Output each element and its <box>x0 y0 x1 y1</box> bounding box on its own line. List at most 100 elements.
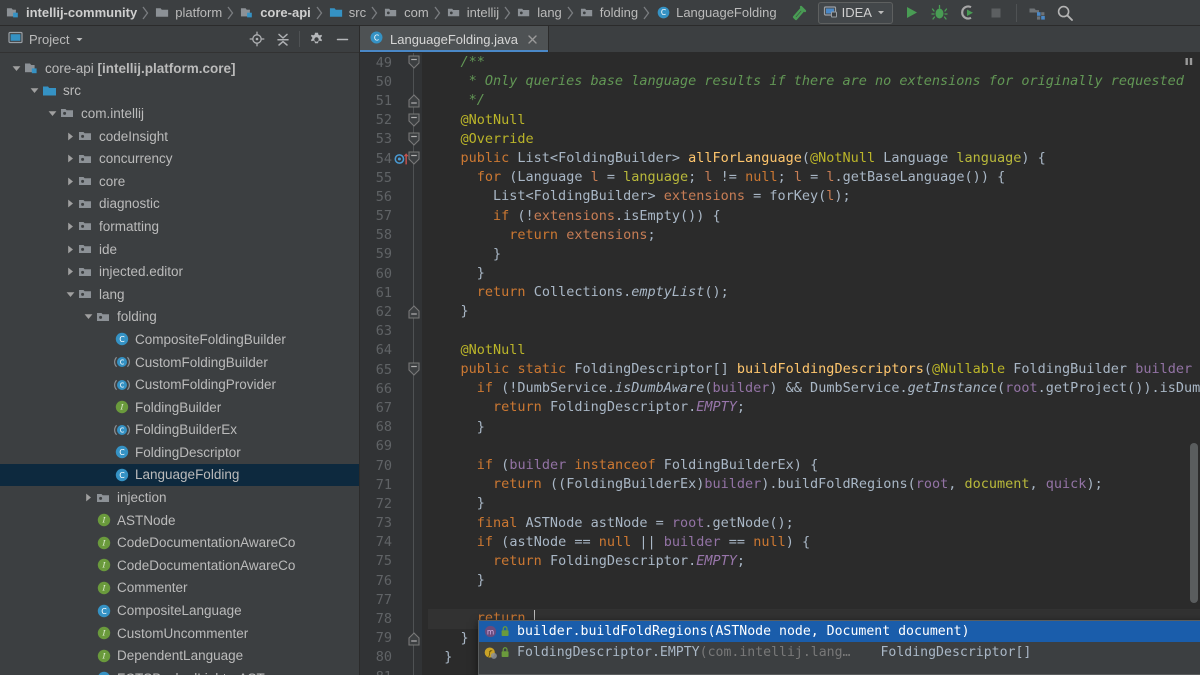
gutter-line-69[interactable]: 69 <box>360 437 422 456</box>
gutter-line-81[interactable]: 81 <box>360 667 422 675</box>
code-line-61[interactable]: return Collections.emptyList(); <box>428 283 1200 302</box>
code-line-58[interactable]: return extensions; <box>428 226 1200 245</box>
gutter-line-68[interactable]: 68 <box>360 418 422 437</box>
code-line-59[interactable]: } <box>428 245 1200 264</box>
autocomplete-popup[interactable]: m builder.buildFoldRegions(ASTNode node, … <box>478 620 1200 675</box>
tree-item-codeinsight[interactable]: codeInsight <box>0 125 359 148</box>
chevron-right-icon[interactable] <box>64 215 77 237</box>
gutter-line-52[interactable]: 52 <box>360 111 422 130</box>
chevron-right-icon[interactable] <box>64 193 77 215</box>
scroll-from-source-icon[interactable] <box>244 28 269 50</box>
chevron-down-icon[interactable] <box>64 283 77 305</box>
gutter-line-57[interactable]: 57 <box>360 207 422 226</box>
gutter-line-78[interactable]: 78 <box>360 609 422 628</box>
tree-item-codedocumentationawareco[interactable]: I CodeDocumentationAwareCo <box>0 554 359 577</box>
code-editor[interactable]: 49 50 51 52 53 54 55 56 57 58 59 60 61 62 63 64 65 66 67 68… <box>360 53 1200 675</box>
gutter-line-72[interactable]: 72 <box>360 494 422 513</box>
autocomplete-item-0[interactable]: m builder.buildFoldRegions(ASTNode node, … <box>479 621 1200 642</box>
tree-item-dependentlanguage[interactable]: I DependentLanguage <box>0 644 359 667</box>
debug-icon[interactable] <box>927 1 953 25</box>
gutter-line-54[interactable]: 54 <box>360 149 422 168</box>
breadcrumb-item-com[interactable]: com <box>380 0 432 26</box>
run-icon[interactable] <box>899 1 925 25</box>
code-line-64[interactable]: @NotNull <box>428 341 1200 360</box>
hide-icon[interactable] <box>330 28 355 50</box>
tree-item-fctsbackedlighterast[interactable]: C FCTSBackedLighterAST <box>0 667 359 675</box>
code-line-52[interactable]: @NotNull <box>428 111 1200 130</box>
gutter-line-60[interactable]: 60 <box>360 264 422 283</box>
code-line-54[interactable]: public List<FoldingBuilder> allForLangua… <box>428 149 1200 168</box>
autocomplete-item-1[interactable]: f FoldingDescriptor.EMPTY (com.intellij.l… <box>479 642 1200 663</box>
code-line-69[interactable] <box>428 437 1200 456</box>
run-configuration-selector[interactable]: IDEA <box>817 1 893 24</box>
gutter-line-73[interactable]: 73 <box>360 514 422 533</box>
code-line-75[interactable]: return FoldingDescriptor.EMPTY; <box>428 552 1200 571</box>
code-line-70[interactable]: if (builder instanceof FoldingBuilderEx)… <box>428 456 1200 475</box>
tree-item-folding[interactable]: folding <box>0 306 359 329</box>
code-line-57[interactable]: if (!extensions.isEmpty()) { <box>428 207 1200 226</box>
tree-item-ide[interactable]: ide <box>0 238 359 261</box>
tree-item-core-api[interactable]: core-api [intellij.platform.core] <box>0 57 359 80</box>
gutter-line-53[interactable]: 53 <box>360 130 422 149</box>
tree-item-foldingbuilder[interactable]: I FoldingBuilder <box>0 396 359 419</box>
gutter-line-70[interactable]: 70 <box>360 456 422 475</box>
tree-item-foldingdescriptor[interactable]: C FoldingDescriptor <box>0 441 359 464</box>
gutter-line-61[interactable]: 61 <box>360 283 422 302</box>
code-line-62[interactable]: } <box>428 302 1200 321</box>
code-line-60[interactable]: } <box>428 264 1200 283</box>
tree-item-foldingbuilderex[interactable]: C FoldingBuilderEx <box>0 419 359 442</box>
breadcrumb-item-core-api[interactable]: core-api <box>236 0 314 26</box>
tree-item-injected-editor[interactable]: injected.editor <box>0 260 359 283</box>
code-line-51[interactable]: */ <box>428 91 1200 110</box>
tree-item-core[interactable]: core <box>0 170 359 193</box>
run-with-coverage-icon[interactable] <box>955 1 981 25</box>
gutter-line-63[interactable]: 63 <box>360 322 422 341</box>
gutter-line-49[interactable]: 49 <box>360 53 422 72</box>
tree-item-languagefolding[interactable]: C LanguageFolding <box>0 463 359 487</box>
breadcrumb-item-folding[interactable]: folding <box>576 0 641 26</box>
chevron-right-icon[interactable] <box>64 261 77 283</box>
code-line-49[interactable]: /** <box>428 53 1200 72</box>
code-text[interactable]: /** * Only queries base language results… <box>422 53 1200 675</box>
chevron-right-icon[interactable] <box>64 170 77 192</box>
gutter-line-56[interactable]: 56 <box>360 187 422 206</box>
tree-item-customfoldingbuilder[interactable]: C CustomFoldingBuilder <box>0 351 359 374</box>
gutter-line-77[interactable]: 77 <box>360 590 422 609</box>
chevron-right-icon[interactable] <box>64 148 77 170</box>
editor-gutter[interactable]: 49 50 51 52 53 54 55 56 57 58 59 60 61 62 63 64 65 66 67 68… <box>360 53 422 675</box>
code-line-63[interactable] <box>428 322 1200 341</box>
tree-item-compositelanguage[interactable]: C CompositeLanguage <box>0 599 359 622</box>
code-line-71[interactable]: return ((FoldingBuilderEx)builder).build… <box>428 475 1200 494</box>
code-line-74[interactable]: if (astNode == null || builder == null) … <box>428 533 1200 552</box>
gutter-line-71[interactable]: 71 <box>360 475 422 494</box>
code-line-50[interactable]: * Only queries base language results if … <box>428 72 1200 91</box>
stop-icon[interactable] <box>983 1 1009 25</box>
tree-item-compositefoldingbuilder[interactable]: C CompositeFoldingBuilder <box>0 328 359 351</box>
tree-item-src[interactable]: src <box>0 80 359 103</box>
gutter-line-65[interactable]: 65 <box>360 360 422 379</box>
tree-item-astnode[interactable]: I ASTNode <box>0 509 359 532</box>
tree-item-concurrency[interactable]: concurrency <box>0 147 359 170</box>
tree-item-customuncommenter[interactable]: I CustomUncommenter <box>0 622 359 645</box>
editor-vertical-scrollbar[interactable] <box>1190 443 1198 603</box>
search-everywhere-icon[interactable] <box>1052 1 1078 25</box>
gutter-line-79[interactable]: 79 <box>360 629 422 648</box>
project-structure-icon[interactable] <box>1024 1 1050 25</box>
gutter-line-59[interactable]: 59 <box>360 245 422 264</box>
chevron-right-icon[interactable] <box>82 487 95 509</box>
code-line-66[interactable]: if (!DumbService.isDumbAware(builder) &&… <box>428 379 1200 398</box>
breadcrumb-item-lang[interactable]: lang <box>513 0 565 26</box>
code-line-56[interactable]: List<FoldingBuilder> extensions = forKey… <box>428 187 1200 206</box>
breadcrumb-item-intellij-community[interactable]: intellij-community <box>2 0 140 26</box>
gutter-line-76[interactable]: 76 <box>360 571 422 590</box>
chevron-down-icon[interactable] <box>82 306 95 328</box>
code-line-65[interactable]: public static FoldingDescriptor[] buildF… <box>428 360 1200 379</box>
code-line-73[interactable]: final ASTNode astNode = root.getNode(); <box>428 514 1200 533</box>
breadcrumb-item-intellij[interactable]: intellij <box>443 0 503 26</box>
gutter-line-67[interactable]: 67 <box>360 398 422 417</box>
tree-item-customfoldingprovider[interactable]: C CustomFoldingProvider <box>0 373 359 396</box>
gutter-line-51[interactable]: 51 <box>360 91 422 110</box>
breadcrumb-item-src[interactable]: src <box>325 0 369 26</box>
chevron-down-icon[interactable] <box>10 57 23 79</box>
gear-icon[interactable] <box>304 28 329 50</box>
